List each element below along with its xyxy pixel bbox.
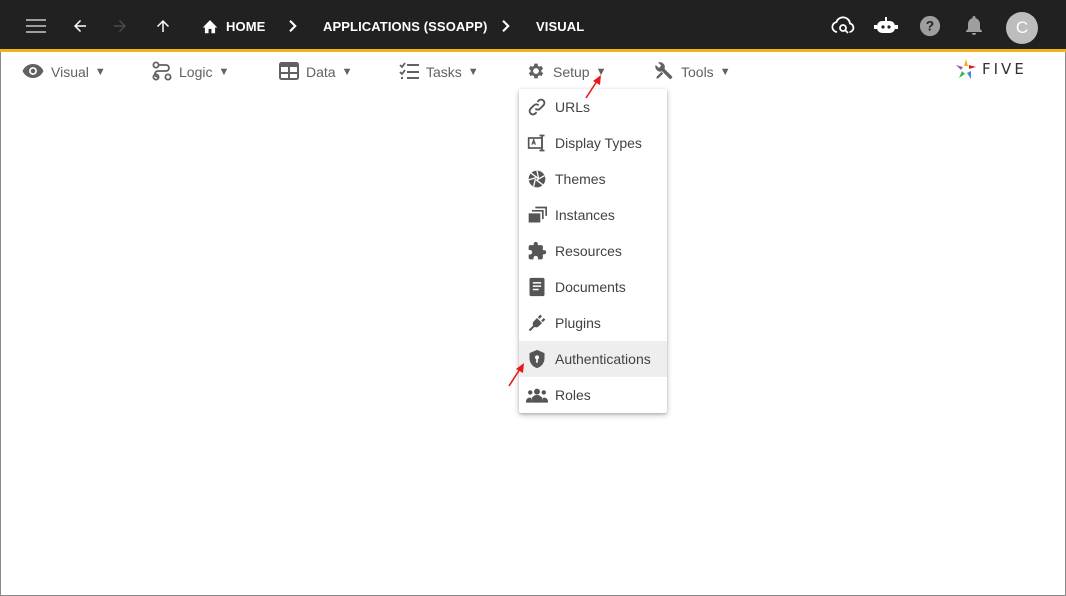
- setup-menu-label: Themes: [555, 171, 606, 187]
- caret-down-icon: ▼: [341, 66, 353, 78]
- people-icon: [519, 387, 555, 403]
- forward-arrow-icon[interactable]: [108, 0, 132, 52]
- menu-logic[interactable]: Logic ▼: [152, 55, 229, 89]
- hamburger-menu-icon[interactable]: [22, 0, 50, 52]
- help-icon[interactable]: ?: [918, 0, 942, 52]
- home-icon: [199, 0, 221, 52]
- setup-dropdown-menu: URLs Display Types Themes Instances Reso…: [519, 89, 667, 413]
- menu-visual[interactable]: Visual ▼: [22, 55, 106, 89]
- user-avatar[interactable]: C: [1006, 12, 1038, 44]
- setup-menu-item-roles[interactable]: Roles: [519, 377, 667, 413]
- tools-icon: [654, 61, 674, 84]
- caret-down-icon: ▼: [719, 66, 731, 78]
- table-icon: [279, 61, 299, 83]
- document-icon: [519, 277, 555, 297]
- chevron-right-icon: [499, 0, 513, 52]
- setup-menu-item-documents[interactable]: Documents: [519, 269, 667, 305]
- display-type-icon: [519, 133, 555, 153]
- setup-menu-label: Documents: [555, 279, 626, 295]
- flow-icon: [152, 61, 172, 84]
- breadcrumb-visual[interactable]: VISUAL: [536, 0, 584, 52]
- setup-menu-label: Instances: [555, 207, 615, 223]
- setup-menu-item-display-types[interactable]: Display Types: [519, 125, 667, 161]
- five-logo-mark-icon: [956, 59, 976, 79]
- chatbot-icon[interactable]: [873, 0, 899, 52]
- menu-tasks[interactable]: Tasks ▼: [399, 55, 479, 89]
- setup-menu-label: Display Types: [555, 135, 642, 151]
- setup-menu-label: Roles: [555, 387, 591, 403]
- top-app-bar: HOME APPLICATIONS (SSOAPP) VISUAL ? C: [0, 0, 1066, 52]
- caret-down-icon: ▼: [94, 66, 106, 78]
- caret-down-icon: ▼: [218, 66, 230, 78]
- cloud-connection-icon[interactable]: [830, 0, 856, 52]
- annotation-arrow-icon: [508, 363, 524, 387]
- menu-data[interactable]: Data ▼: [279, 55, 352, 89]
- setup-menu-item-authentications[interactable]: Authentications: [519, 341, 667, 377]
- setup-menu-item-themes[interactable]: Themes: [519, 161, 667, 197]
- setup-menu-item-instances[interactable]: Instances: [519, 197, 667, 233]
- eye-icon: [22, 63, 44, 81]
- aperture-icon: [519, 169, 555, 189]
- menu-tools-label: Tools: [681, 64, 714, 80]
- link-icon: [519, 97, 555, 117]
- instances-icon: [519, 206, 555, 224]
- breadcrumb-applications[interactable]: APPLICATIONS (SSOAPP): [323, 0, 487, 52]
- setup-menu-item-resources[interactable]: Resources: [519, 233, 667, 269]
- menu-tools[interactable]: Tools ▼: [654, 55, 731, 89]
- annotation-arrow-icon: [585, 75, 601, 99]
- setup-menu-label: Plugins: [555, 315, 601, 331]
- menu-tasks-label: Tasks: [426, 64, 462, 80]
- setup-menu-label: Resources: [555, 243, 622, 259]
- menu-visual-label: Visual: [51, 64, 89, 80]
- plug-icon: [519, 313, 555, 333]
- up-arrow-icon[interactable]: [151, 0, 175, 52]
- back-arrow-icon[interactable]: [68, 0, 92, 52]
- menu-logic-label: Logic: [179, 64, 213, 80]
- setup-menu-item-plugins[interactable]: Plugins: [519, 305, 667, 341]
- notifications-bell-icon[interactable]: [962, 0, 986, 52]
- svg-text:?: ?: [926, 19, 934, 34]
- puzzle-icon: [519, 241, 555, 261]
- caret-down-icon: ▼: [467, 66, 479, 78]
- checklist-icon: [399, 61, 419, 83]
- breadcrumb-home[interactable]: HOME: [226, 0, 265, 52]
- gear-icon: [526, 61, 546, 84]
- setup-menu-label: Authentications: [555, 351, 651, 367]
- five-logo-text: FIVE: [982, 60, 1027, 78]
- five-logo: FIVE: [954, 57, 1027, 81]
- main-menubar: Visual ▼ Logic ▼ Data ▼ Tasks ▼ Setup ▼ …: [0, 55, 1066, 89]
- setup-menu-label: URLs: [555, 99, 591, 115]
- menu-data-label: Data: [306, 64, 336, 80]
- chevron-right-icon: [286, 0, 300, 52]
